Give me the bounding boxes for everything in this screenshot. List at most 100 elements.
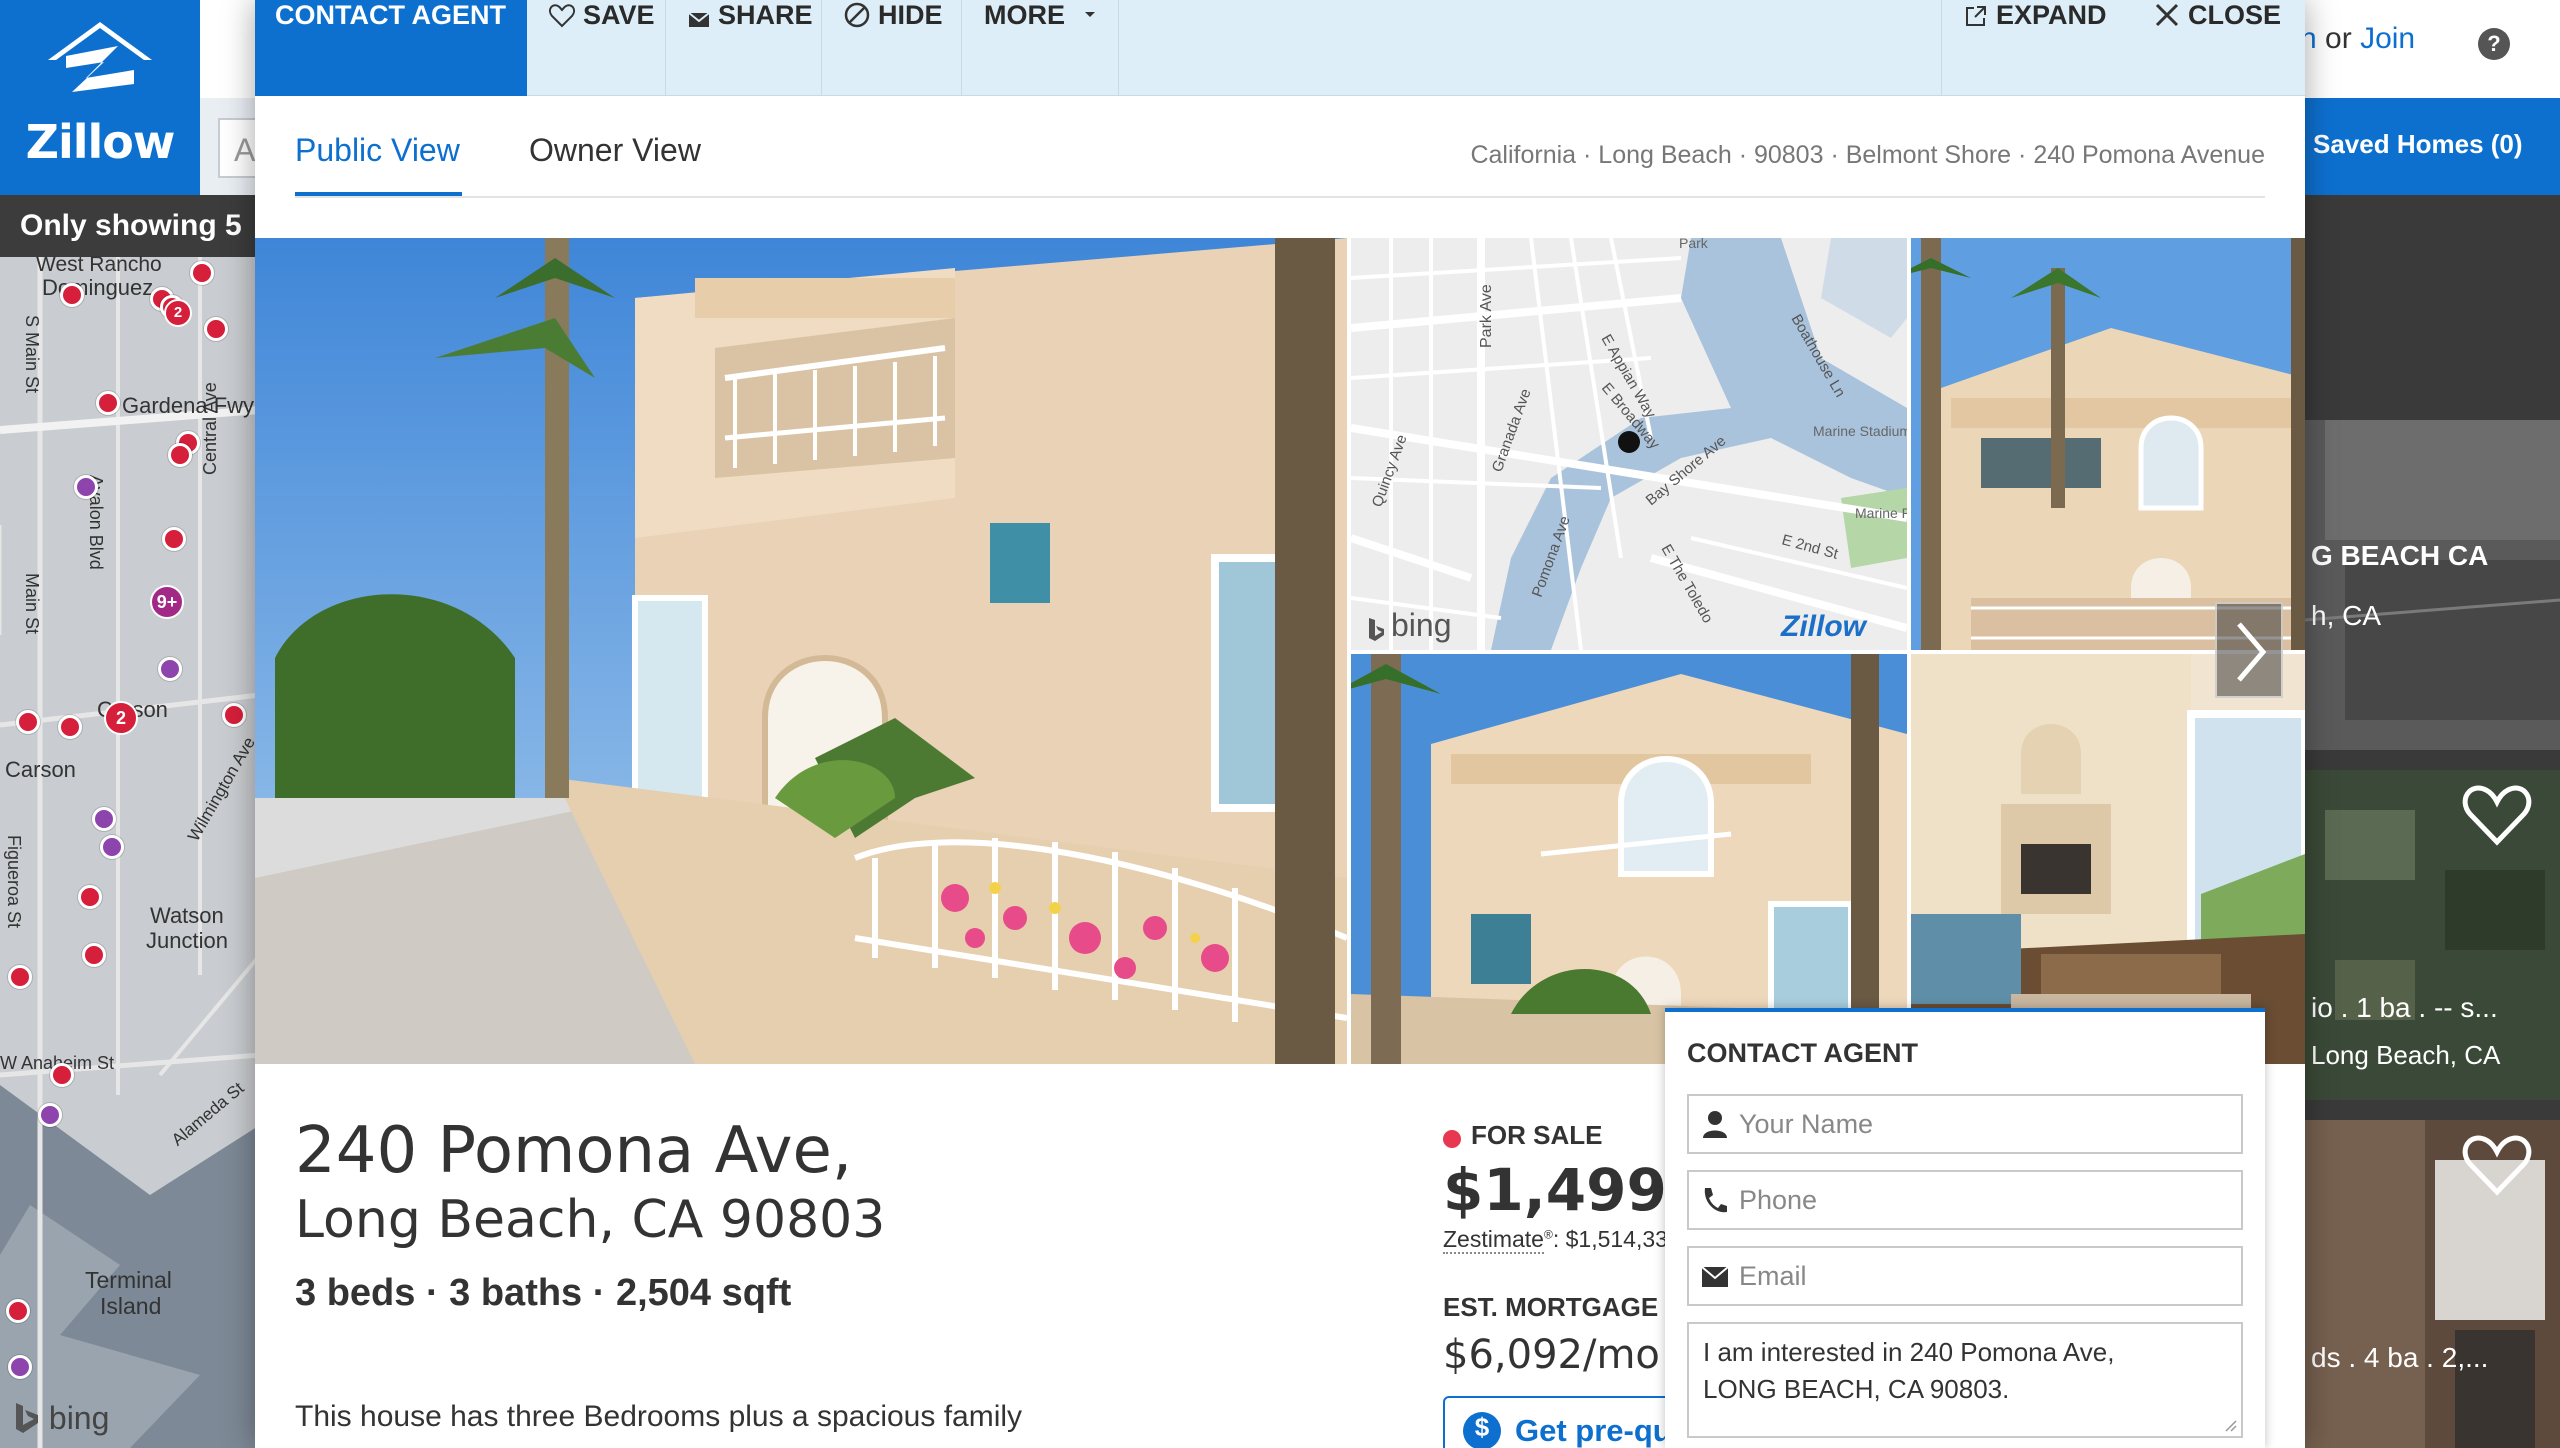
map-pin[interactable]	[222, 703, 246, 727]
search-map[interactable]: Only showing 5 West Rancho Dominguez Gar…	[0, 195, 260, 1448]
result-card[interactable]: G BEACH CA h, CA	[2305, 420, 2560, 750]
help-icon[interactable]: ?	[2478, 28, 2510, 60]
map-cluster[interactable]: 2	[164, 299, 192, 327]
breadcrumb: California · Long Beach · 90803 · Belmon…	[1470, 141, 2265, 169]
message-textarea[interactable]: I am interested in 240 Pomona Ave, LONG …	[1687, 1322, 2243, 1438]
status-badge: FOR SALE	[1471, 1120, 1603, 1150]
map-bing-label: bing	[1391, 607, 1452, 643]
contact-form-title: CONTACT AGENT	[1687, 1038, 1918, 1068]
listing-detail-modal: CONTACT AGENT SAVE SHARE HIDE MORE EXPAN…	[255, 0, 2305, 1448]
breadcrumb-item[interactable]: Long Beach	[1598, 141, 1731, 169]
zillow-logo-icon	[48, 22, 152, 92]
map-cluster[interactable]: 9+	[150, 585, 184, 619]
breadcrumb-item[interactable]: Belmont Shore	[1846, 141, 2011, 169]
hide-label: HIDE	[878, 0, 943, 30]
gallery-next-button[interactable]	[2215, 602, 2283, 698]
user-icon	[1703, 1111, 1727, 1138]
result-card-facts: io . 1 ba . -- s...	[2311, 992, 2498, 1023]
hide-button[interactable]: HIDE	[822, 0, 962, 96]
results-list[interactable]: G BEACH CA h, CA io . 1 ba . -- s... Lon…	[2305, 195, 2560, 1448]
map-cluster[interactable]: 2	[104, 701, 138, 735]
chevron-down-icon	[1084, 12, 1095, 17]
hide-icon	[844, 2, 870, 28]
save-button[interactable]: SAVE	[527, 0, 666, 96]
breadcrumb-item[interactable]: 240 Pomona Avenue	[2033, 141, 2265, 169]
map-pin[interactable]	[74, 475, 98, 499]
map-pin[interactable]	[50, 1063, 74, 1087]
map-label: Island	[100, 1293, 162, 1319]
favorite-heart-icon[interactable]	[2462, 1134, 2532, 1196]
contact-agent-button[interactable]: CONTACT AGENT	[255, 0, 527, 96]
map-pin[interactable]	[58, 715, 82, 739]
more-menu-button[interactable]: MORE	[962, 0, 1119, 96]
name-field[interactable]: Your Name	[1687, 1094, 2243, 1154]
map-pin[interactable]	[8, 965, 32, 989]
map-pin[interactable]	[204, 317, 228, 341]
map-label: Park	[1679, 238, 1709, 251]
bing-logo: bing	[14, 1400, 109, 1437]
phone-icon	[1704, 1188, 1727, 1213]
join-link[interactable]: Join	[2360, 22, 2415, 55]
map-pin[interactable]	[8, 1355, 32, 1379]
map-label: West Rancho	[36, 253, 162, 276]
zestimate-label[interactable]: Zestimate	[1443, 1226, 1544, 1254]
map-pin[interactable]	[92, 807, 116, 831]
envelope-icon	[1701, 1266, 1729, 1287]
map-label: Park Ave	[1478, 284, 1495, 348]
result-photo	[2305, 420, 2560, 750]
map-pin[interactable]	[100, 835, 124, 859]
map-label: Terminal	[85, 1267, 172, 1293]
sign-in-area: n or Join	[2300, 22, 2415, 56]
share-button[interactable]: SHARE	[666, 0, 822, 96]
close-icon	[2155, 3, 2179, 27]
result-card-title: G BEACH CA	[2311, 540, 2489, 571]
map-label: Main St	[22, 573, 42, 635]
house-front-photo	[1911, 238, 2305, 650]
map-pin[interactable]	[96, 391, 120, 415]
result-card[interactable]: io . 1 ba . -- s... Long Beach, CA	[2305, 770, 2560, 1100]
map-label: Junction	[146, 928, 228, 953]
tab-owner-view[interactable]: Owner View	[529, 132, 701, 196]
result-card[interactable]: ds . 4 ba . 2,...	[2305, 1120, 2560, 1448]
breadcrumb-item[interactable]: 90803	[1754, 141, 1824, 169]
bing-label: bing	[48, 1400, 110, 1436]
saved-homes-button[interactable]: Saved Homes (0)	[2305, 98, 2560, 195]
map-zillow-label: Zillow	[1780, 610, 1868, 643]
map-pin[interactable]	[158, 657, 182, 681]
gallery-photo[interactable]	[1911, 654, 2305, 1064]
main-photo[interactable]	[255, 238, 1347, 1064]
map-pin[interactable]	[60, 283, 84, 307]
tab-public-view[interactable]: Public View	[295, 132, 462, 196]
name-placeholder: Your Name	[1739, 1109, 1874, 1139]
map-label: Central Ave	[200, 382, 220, 475]
close-button[interactable]: CLOSE	[2134, 0, 2305, 96]
email-placeholder: Email	[1739, 1261, 1807, 1291]
expand-button[interactable]: EXPAND	[1941, 0, 2134, 96]
map-pin[interactable]	[168, 443, 192, 467]
map-label: Figueroa St	[4, 835, 24, 929]
address-city: Long Beach, CA 90803	[295, 1190, 886, 1250]
listing-description: This house has three Bedrooms plus a spa…	[295, 1400, 1023, 1433]
map-pin[interactable]	[78, 885, 102, 909]
map-pin[interactable]	[16, 710, 40, 734]
email-field[interactable]: Email	[1687, 1246, 2243, 1306]
save-label: SAVE	[583, 0, 655, 30]
map-pin[interactable]	[6, 1299, 30, 1323]
map-thumbnail[interactable]: Park Ave E Appian Way Boathouse Ln E Bro…	[1351, 238, 1907, 650]
gallery-photo[interactable]	[1911, 238, 2305, 650]
map-pin[interactable]	[162, 527, 186, 551]
map-pin[interactable]	[190, 261, 214, 285]
registered-mark: ®	[1543, 1227, 1553, 1242]
breadcrumb-item[interactable]: California	[1470, 141, 1576, 169]
map-label: S Main St	[22, 315, 42, 394]
map-pin[interactable]	[38, 1103, 62, 1127]
result-card-facts: ds . 4 ba . 2,...	[2311, 1342, 2489, 1373]
map-label: Carson	[5, 757, 76, 782]
phone-field[interactable]: Phone	[1687, 1170, 2243, 1230]
zillow-logo[interactable]: Zillow	[0, 0, 200, 195]
resize-handle-icon[interactable]	[2221, 1416, 2237, 1432]
favorite-heart-icon[interactable]	[2462, 784, 2532, 846]
map-pin[interactable]	[82, 943, 106, 967]
gallery-photo[interactable]	[1351, 654, 1907, 1064]
map-label: Dominguez	[42, 275, 154, 300]
